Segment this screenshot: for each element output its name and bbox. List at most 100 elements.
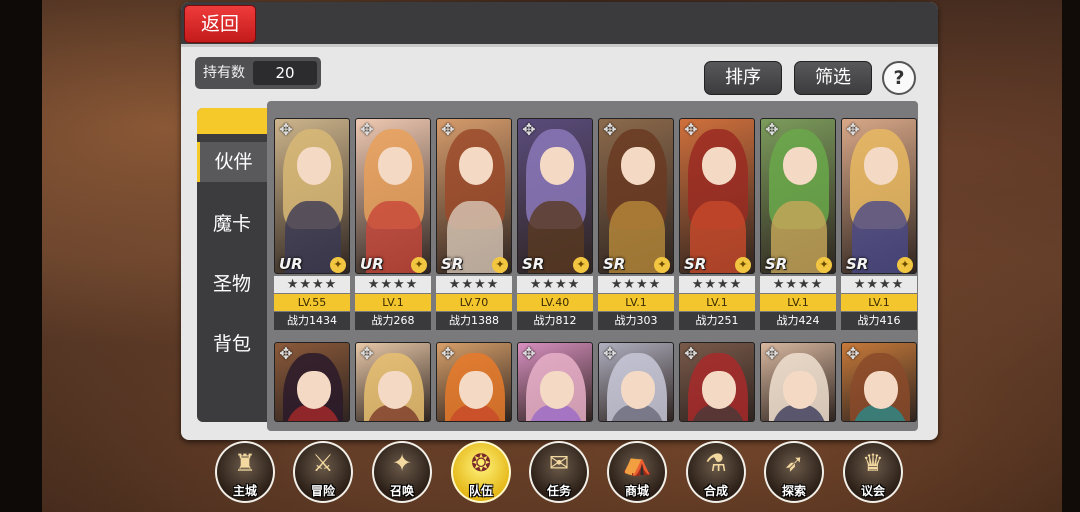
- character-portrait: ✥: [355, 342, 431, 422]
- combat-power-label: 战力812: [517, 312, 593, 330]
- tab-partners[interactable]: 伙伴: [197, 142, 267, 182]
- rarity-badge: SR: [765, 255, 788, 273]
- combat-power-label: 战力268: [355, 312, 431, 330]
- star-rating: ★★★★: [436, 276, 512, 293]
- star-rating: ★★★★: [517, 276, 593, 293]
- character-portrait: ✥: [760, 342, 836, 422]
- class-icon: ✦: [816, 257, 832, 273]
- nav-council-hall[interactable]: ♛ 议会: [843, 441, 903, 503]
- nav-synthesis-flask[interactable]: ⚗ 合成: [686, 441, 746, 503]
- shop-tent-icon: ⛺: [622, 449, 652, 477]
- class-icon: ✦: [897, 257, 913, 273]
- element-icon: ✥: [441, 344, 455, 363]
- character-portrait: ✥: [517, 342, 593, 422]
- character-portrait: ✥ SR ✦: [598, 118, 674, 274]
- nav-label: 主城: [232, 484, 257, 498]
- nav-team-emblem[interactable]: ❂ 队伍: [451, 441, 511, 503]
- star-rating: ★★★★: [355, 276, 431, 293]
- character-grid: ✥ UR ✦ ★★★★ LV.55 战力1434 ✥ UR ✦ ★★★★ LV.1 战力268 ✥ SR ✦…: [267, 101, 918, 431]
- collection-panel: 返回 持有数 20 排序 筛选 ? 伙伴 魔卡 圣物 背包 ✥ UR ✦ ★★★★ LV…: [181, 2, 938, 440]
- owned-count-value: 20: [253, 61, 317, 85]
- portrait-face: [297, 147, 331, 185]
- bottom-navigation: ♜ 主城 ⚔ 冒险 ✦ 召唤 ❂ 队伍 ✉ 任务 ⛺ 商城 ⚗ 合成 ➶ 探索 ♛ 议会: [215, 441, 915, 507]
- nav-explore-bow[interactable]: ➶ 探索: [764, 441, 824, 503]
- category-sidebar: 伙伴 魔卡 圣物 背包: [197, 108, 267, 422]
- element-icon: ✥: [522, 120, 536, 139]
- owned-count-box: 持有数 20: [195, 57, 321, 89]
- nav-label: 议会: [860, 484, 885, 498]
- panel-header-bar: [181, 2, 938, 47]
- star-rating: ★★★★: [841, 276, 917, 293]
- nav-quest-scroll[interactable]: ✉ 任务: [529, 441, 589, 503]
- nav-label: 合成: [703, 484, 728, 498]
- character-portrait: ✥: [841, 342, 917, 422]
- portrait-face: [459, 371, 493, 409]
- help-button[interactable]: ?: [882, 61, 916, 95]
- right-black-bar: [1062, 0, 1080, 512]
- portrait-face: [864, 371, 898, 409]
- tab-backpack[interactable]: 背包: [197, 324, 267, 364]
- left-black-bar: [0, 0, 42, 512]
- character-portrait: ✥: [679, 342, 755, 422]
- element-icon: ✥: [603, 120, 617, 139]
- class-icon: ✦: [492, 257, 508, 273]
- sidebar-accent: [197, 108, 267, 134]
- element-icon: ✥: [279, 344, 293, 363]
- nav-castle[interactable]: ♜ 主城: [215, 441, 275, 503]
- character-portrait: ✥: [436, 342, 512, 422]
- element-icon: ✥: [603, 344, 617, 363]
- rarity-badge: SR: [684, 255, 707, 273]
- portrait-face: [783, 371, 817, 409]
- star-rating: ★★★★: [679, 276, 755, 293]
- nav-label: 商城: [624, 484, 649, 498]
- element-icon: ✥: [684, 120, 698, 139]
- nav-shop-tent[interactable]: ⛺ 商城: [607, 441, 667, 503]
- filter-button[interactable]: 筛选: [794, 61, 872, 95]
- sort-button[interactable]: 排序: [704, 61, 782, 95]
- portrait-face: [621, 371, 655, 409]
- element-icon: ✥: [684, 344, 698, 363]
- level-label: LV.1: [598, 294, 674, 311]
- element-icon: ✥: [360, 120, 374, 139]
- combat-power-label: 战力303: [598, 312, 674, 330]
- crossed-axes-icon: ⚔: [312, 449, 334, 477]
- combat-power-label: 战力1434: [274, 312, 350, 330]
- class-icon: ✦: [330, 257, 346, 273]
- class-icon: ✦: [411, 257, 427, 273]
- portrait-face: [702, 371, 736, 409]
- character-portrait: ✥: [598, 342, 674, 422]
- level-label: LV.1: [355, 294, 431, 311]
- team-emblem-icon: ❂: [470, 449, 492, 477]
- level-label: LV.1: [841, 294, 917, 311]
- nav-label: 探索: [781, 484, 806, 498]
- character-portrait: ✥ UR ✦: [355, 118, 431, 274]
- character-portrait: ✥ UR ✦: [274, 118, 350, 274]
- portrait-face: [378, 147, 412, 185]
- nav-crossed-axes[interactable]: ⚔ 冒险: [293, 441, 353, 503]
- character-portrait: ✥ SR ✦: [841, 118, 917, 274]
- explore-bow-icon: ➶: [783, 449, 805, 477]
- portrait-face: [783, 147, 817, 185]
- element-icon: ✥: [441, 120, 455, 139]
- element-icon: ✥: [279, 120, 293, 139]
- portrait-face: [459, 147, 493, 185]
- level-label: LV.40: [517, 294, 593, 311]
- element-icon: ✥: [846, 120, 860, 139]
- portrait-face: [378, 371, 412, 409]
- portrait-face: [864, 147, 898, 185]
- portrait-face: [540, 147, 574, 185]
- combat-power-label: 战力1388: [436, 312, 512, 330]
- nav-label: 任务: [546, 484, 571, 498]
- rarity-badge: UR: [360, 255, 384, 273]
- portrait-face: [540, 371, 574, 409]
- nav-label: 队伍: [468, 484, 493, 498]
- back-button[interactable]: 返回: [184, 5, 256, 43]
- star-rating: ★★★★: [760, 276, 836, 293]
- star-rating: ★★★★: [598, 276, 674, 293]
- element-icon: ✥: [360, 344, 374, 363]
- nav-summon-cards[interactable]: ✦ 召唤: [372, 441, 432, 503]
- class-icon: ✦: [573, 257, 589, 273]
- rarity-badge: UR: [279, 255, 303, 273]
- tab-relics[interactable]: 圣物: [197, 264, 267, 304]
- tab-magic-cards[interactable]: 魔卡: [197, 204, 267, 244]
